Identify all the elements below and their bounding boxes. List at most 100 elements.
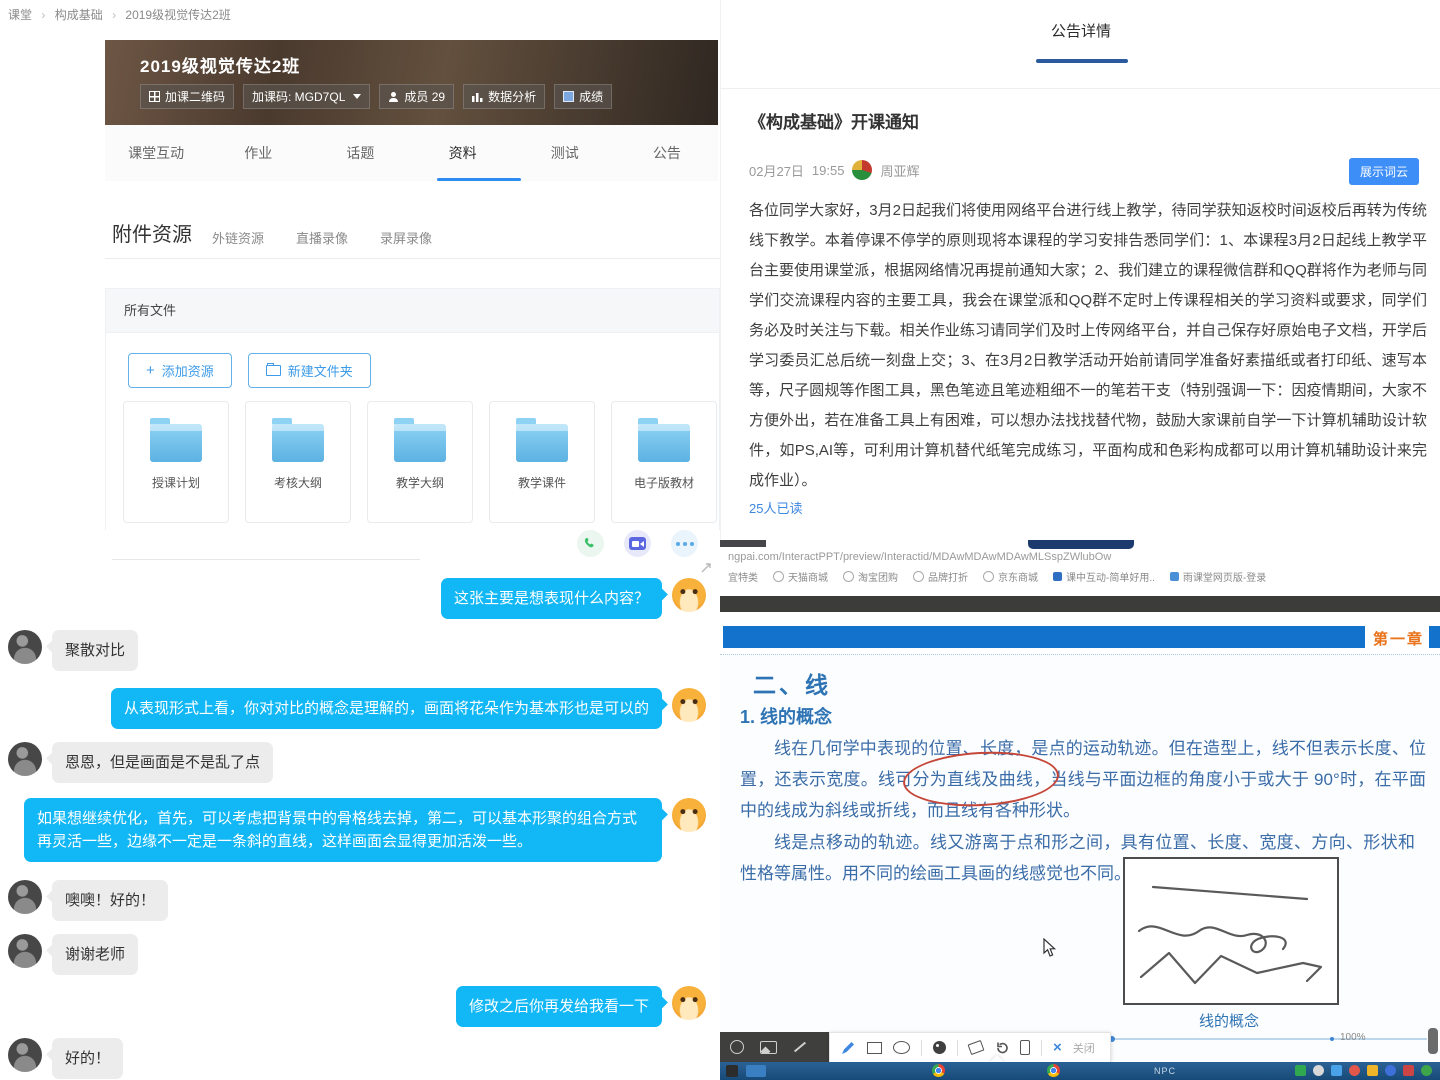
tab-announcements[interactable]: 公告 [616, 125, 718, 181]
breadcrumb-item-class: 2019级视觉传达2班 [125, 8, 230, 22]
bookmark-item[interactable]: 天猫商城 [773, 569, 828, 584]
folder-card[interactable]: 教学大纲 [367, 401, 473, 523]
active-tab-underline [437, 178, 521, 181]
read-count-link[interactable]: 25人已读 [749, 498, 802, 517]
undo-icon[interactable] [994, 1041, 1009, 1055]
resource-type-tabs: 外链资源 直播录像 录屏录像 [212, 228, 432, 247]
screen-share-panel: ngpai.com/InteractPPT/preview/Interactid… [720, 540, 1440, 1080]
breadcrumb: 课堂 › 构成基础 › 2019级视觉传达2班 [8, 6, 231, 23]
breadcrumb-item-course[interactable]: 构成基础 [55, 8, 103, 22]
slide-progress-line[interactable] [1112, 1038, 1427, 1040]
taskbar-app[interactable] [746, 1065, 766, 1077]
close-label: 关闭 [1073, 1040, 1095, 1056]
bookmark-item[interactable]: 淘宝团购 [843, 569, 898, 584]
tray-icon[interactable] [1349, 1065, 1360, 1076]
browser-active-tab-fragment [1028, 540, 1134, 549]
tab-topics[interactable]: 话题 [309, 125, 411, 181]
rectangle-tool-icon[interactable] [867, 1042, 882, 1054]
student-avatar[interactable] [8, 934, 42, 968]
student-avatar[interactable] [8, 742, 42, 776]
ellipse-tool-icon[interactable] [893, 1041, 910, 1054]
members-button[interactable]: 成员 29 [379, 84, 454, 109]
voice-call-button[interactable] [577, 530, 604, 557]
breadcrumb-separator: › [112, 8, 116, 22]
slide-subheading: 1. 线的概念 [740, 703, 832, 729]
folder-grid: 授课计划 考核大纲 教学大纲 教学课件 电子版教材 [123, 401, 717, 523]
tab-screen-recordings[interactable]: 录屏录像 [380, 228, 432, 247]
bookmark-item[interactable]: 京东商城 [983, 569, 1038, 584]
progress-dot [1330, 1037, 1334, 1041]
tray-icon[interactable] [1313, 1065, 1324, 1076]
close-icon[interactable]: × [1053, 1040, 1062, 1055]
tab-announcement-detail[interactable]: 公告详情 [721, 20, 1440, 41]
drawing-toolbar: × 关闭 [829, 1032, 1111, 1063]
ellipsis-icon [676, 542, 694, 546]
new-folder-button[interactable]: 新建文件夹 [248, 353, 371, 388]
slide-header-bar-end [1429, 626, 1440, 648]
tray-icon[interactable] [1331, 1065, 1342, 1076]
student-avatar[interactable] [8, 880, 42, 914]
chat-message-row: 从表现形式上看，你对对比的概念是理解的，画面将花朵作为基本形也是可以的 [111, 688, 706, 729]
student-avatar[interactable] [8, 1038, 42, 1072]
bookmark-favicon [1053, 572, 1062, 581]
tab-materials[interactable]: 资料 [412, 125, 514, 181]
chrome-icon[interactable] [932, 1064, 945, 1077]
record-icon[interactable] [730, 1040, 744, 1054]
ppt-slide: 二、线 1. 线的概念 线在几何学中表现的位置、长度，是点的运动轨迹。但在造型上… [720, 655, 1440, 1060]
tray-icon[interactable] [1295, 1065, 1306, 1076]
bookmark-item[interactable]: 品牌打折 [913, 569, 968, 584]
grades-button[interactable]: 成绩 [554, 84, 612, 109]
announcement-author: 周亚辉 [880, 161, 919, 180]
bar-chart-icon [472, 92, 483, 102]
teacher-avatar[interactable] [672, 578, 706, 612]
breadcrumb-item-home[interactable]: 课堂 [8, 8, 32, 22]
bookmark-item[interactable]: 课中互动-简单好用.. [1053, 569, 1155, 584]
section-divider [105, 258, 720, 259]
scrollbar-thumb[interactable] [1428, 1028, 1438, 1054]
folder-card[interactable]: 考核大纲 [245, 401, 351, 523]
chrome-icon[interactable] [1047, 1064, 1060, 1077]
bookmarks-bar: 宜特类 天猫商城 淘宝团购 品牌打折 京东商城 课中互动-简单好用.. 雨课堂网… [728, 569, 1266, 584]
tab-live-recordings[interactable]: 直播录像 [296, 228, 348, 247]
address-bar[interactable]: ngpai.com/InteractPPT/preview/Interactid… [728, 551, 1111, 563]
tray-icon[interactable] [1403, 1065, 1414, 1076]
add-resource-button[interactable]: + 添加资源 [128, 353, 232, 388]
start-button[interactable] [726, 1065, 738, 1077]
chat-bubble-incoming: 好的！ [52, 1038, 123, 1079]
chat-message-row: 噢噢！好的！ [8, 880, 168, 921]
teacher-avatar[interactable] [672, 688, 706, 722]
show-wordcloud-button[interactable]: 展示词云 [1349, 158, 1419, 185]
expand-arrow-icon[interactable] [700, 562, 712, 574]
folder-icon [516, 424, 568, 462]
more-options-button[interactable] [671, 530, 698, 557]
analytics-button[interactable]: 数据分析 [463, 84, 545, 109]
tray-icon[interactable] [1385, 1065, 1396, 1076]
join-code-button[interactable]: 加课码: MGD7QL [243, 84, 370, 109]
teacher-avatar[interactable] [672, 986, 706, 1020]
slide-paragraph: 线在几何学中表现的位置、长度，是点的运动轨迹。但在造型上，线不但表示长度、位置，… [740, 733, 1426, 826]
pen-icon[interactable] [794, 1042, 806, 1053]
teacher-avatar[interactable] [672, 798, 706, 832]
chat-message-row: 恩恩，但是画面是不是乱了点 [8, 742, 273, 783]
tab-classroom[interactable]: 课堂互动 [105, 125, 207, 181]
color-palette-icon[interactable] [933, 1041, 946, 1054]
folder-card[interactable]: 授课计划 [123, 401, 229, 523]
folder-card[interactable]: 教学课件 [489, 401, 595, 523]
delete-tool-icon[interactable] [1020, 1040, 1030, 1055]
screenshot-icon[interactable] [760, 1041, 777, 1054]
announcement-date: 02月27日 [749, 161, 804, 180]
video-call-button[interactable] [624, 530, 651, 557]
bookmark-item[interactable]: 雨课堂网页版-登录 [1170, 569, 1266, 584]
tab-homework[interactable]: 作业 [207, 125, 309, 181]
tray-icon[interactable] [1421, 1065, 1432, 1076]
bookmark-item[interactable]: 宜特类 [728, 569, 758, 584]
qrcode-button[interactable]: 加课二维码 [140, 84, 234, 109]
tray-icon[interactable] [1367, 1065, 1378, 1076]
pencil-tool-icon[interactable] [840, 1040, 856, 1056]
tab-tests[interactable]: 测试 [514, 125, 616, 181]
folder-card[interactable]: 电子版教材 [611, 401, 717, 523]
eraser-tool-icon[interactable] [968, 1040, 985, 1055]
slide-heading: 二、线 [753, 666, 831, 700]
student-avatar[interactable] [8, 630, 42, 664]
tab-external-links[interactable]: 外链资源 [212, 228, 264, 247]
